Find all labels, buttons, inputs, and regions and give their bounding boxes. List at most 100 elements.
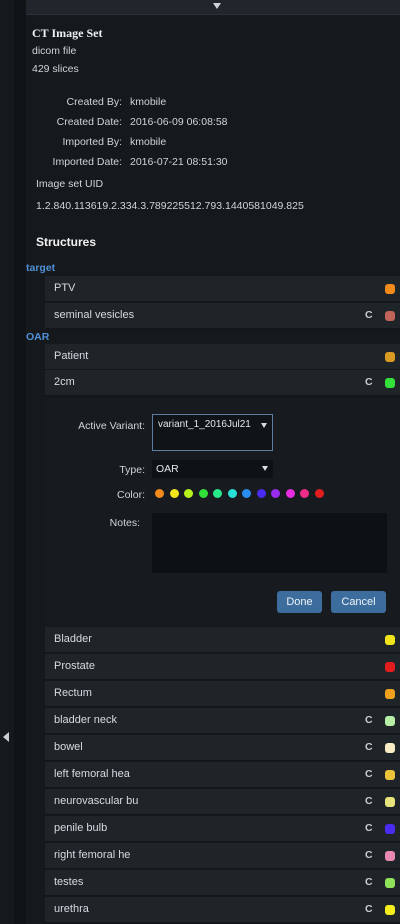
done-button[interactable]: Done	[277, 591, 322, 613]
structure-row-selected[interactable]: 2cm C	[45, 370, 400, 396]
structure-name: PTV	[54, 282, 76, 294]
notes-label: Notes:	[109, 517, 140, 529]
structure-name: Patient	[54, 350, 89, 362]
palette-color-swatch[interactable]	[285, 489, 295, 498]
notes-textarea[interactable]	[152, 513, 387, 573]
structure-color-swatch[interactable]	[385, 378, 395, 388]
type-value: OAR	[156, 463, 179, 475]
dropdown-arrow-icon	[261, 423, 267, 428]
structure-editor: Active Variant: variant_1_2016Jul21 Type…	[45, 398, 400, 626]
structure-row[interactable]: neurovascular bu C	[45, 789, 400, 815]
structure-color-swatch[interactable]	[385, 905, 395, 915]
image-set-uid-label: Image set UID	[36, 178, 104, 190]
active-variant-select[interactable]: variant_1_2016Jul21	[152, 414, 273, 451]
cancel-button[interactable]: Cancel	[331, 591, 386, 613]
imported-by-value: kmobile	[130, 136, 167, 148]
structure-name: bladder neck	[54, 714, 117, 726]
structure-row[interactable]: Patient	[45, 344, 400, 370]
structure-name: bowel	[54, 741, 83, 753]
group-label-target: target	[26, 262, 56, 274]
structure-row[interactable]: seminal vesicles C	[45, 303, 400, 329]
palette-color-swatch[interactable]	[227, 489, 237, 498]
palette-color-swatch[interactable]	[256, 489, 266, 498]
file-type-text: dicom file	[32, 45, 77, 57]
palette-color-swatch[interactable]	[169, 489, 179, 498]
structure-name: Prostate	[54, 660, 95, 672]
structure-c-flag: C	[365, 822, 373, 834]
group-label-oar: OAR	[26, 331, 50, 343]
type-label: Type:	[119, 464, 145, 476]
structure-row[interactable]: Rectum	[45, 681, 400, 707]
structure-row[interactable]: right femoral he C	[45, 843, 400, 869]
structure-color-swatch[interactable]	[385, 352, 395, 362]
image-set-title: CT Image Set	[32, 26, 103, 40]
structure-c-flag: C	[365, 376, 373, 388]
structure-name: urethra	[54, 903, 89, 915]
structure-c-flag: C	[365, 849, 373, 861]
structure-color-swatch[interactable]	[385, 743, 395, 753]
created-date-label: Created Date:	[56, 116, 122, 128]
panel-toggle-strip[interactable]	[26, 0, 400, 15]
structure-color-swatch[interactable]	[385, 662, 395, 672]
structure-row[interactable]: Bladder	[45, 627, 400, 653]
collapse-left-arrow-icon[interactable]	[3, 732, 9, 742]
slice-count-text: 429 slices	[32, 63, 79, 75]
structure-color-swatch[interactable]	[385, 689, 395, 699]
structure-color-swatch[interactable]	[385, 284, 395, 294]
structure-row[interactable]: penile bulb C	[45, 816, 400, 842]
palette-color-swatch[interactable]	[155, 489, 164, 498]
structure-row[interactable]: testes C	[45, 870, 400, 896]
structure-name: seminal vesicles	[54, 309, 135, 321]
structure-c-flag: C	[365, 741, 373, 753]
structure-row[interactable]: PTV	[45, 276, 400, 302]
created-date-value: 2016-06-09 06:08:58	[130, 116, 228, 128]
structure-color-swatch[interactable]	[385, 716, 395, 726]
created-by-value: kmobile	[130, 96, 167, 108]
palette-color-swatch[interactable]	[213, 489, 222, 498]
palette-color-swatch[interactable]	[300, 489, 309, 498]
structure-name: right femoral he	[54, 849, 131, 861]
structure-row[interactable]: Prostate	[45, 654, 400, 680]
structure-name: left femoral hea	[54, 768, 130, 780]
structure-color-swatch[interactable]	[385, 770, 395, 780]
palette-color-swatch[interactable]	[271, 489, 280, 498]
palette-color-swatch[interactable]	[184, 489, 193, 498]
palette-color-swatch[interactable]	[242, 489, 251, 498]
structure-name: 2cm	[54, 376, 75, 388]
imported-by-label: Imported By:	[62, 136, 122, 148]
structure-color-swatch[interactable]	[385, 635, 395, 645]
palette-color-swatch[interactable]	[198, 489, 208, 498]
caret-down-icon[interactable]	[213, 3, 221, 9]
created-by-label: Created By:	[66, 96, 122, 108]
structure-color-swatch[interactable]	[385, 851, 395, 861]
structure-c-flag: C	[365, 795, 373, 807]
structure-name: penile bulb	[54, 822, 108, 834]
structure-name: testes	[54, 876, 84, 888]
structure-name: Rectum	[54, 687, 92, 699]
structure-color-swatch[interactable]	[385, 878, 395, 888]
structure-c-flag: C	[365, 768, 373, 780]
color-label: Color:	[116, 489, 145, 501]
structure-row[interactable]: urethra C	[45, 897, 400, 923]
palette-color-swatch[interactable]	[314, 489, 324, 498]
structure-row[interactable]: bladder neck C	[45, 708, 400, 734]
structure-row[interactable]: left femoral hea C	[45, 762, 400, 788]
structures-heading: Structures	[36, 235, 97, 249]
left-collapse-gutter[interactable]	[0, 0, 14, 924]
structure-c-flag: C	[365, 903, 373, 915]
dropdown-arrow-icon	[262, 466, 268, 471]
structure-color-swatch[interactable]	[385, 797, 395, 807]
structure-c-flag: C	[365, 876, 373, 888]
structure-c-flag: C	[365, 309, 373, 321]
active-variant-value: variant_1_2016Jul21	[158, 419, 251, 430]
structure-c-flag: C	[365, 714, 373, 726]
image-set-uid-value: 1.2.840.113619.2.334.3.789225512.793.144…	[36, 200, 304, 212]
structure-name: neurovascular bu	[54, 795, 139, 807]
structure-row[interactable]: bowel C	[45, 735, 400, 761]
structure-color-swatch[interactable]	[385, 824, 395, 834]
active-variant-label: Active Variant:	[78, 420, 145, 432]
type-select[interactable]: OAR	[152, 460, 273, 478]
structure-name: Bladder	[54, 633, 92, 645]
structure-color-swatch[interactable]	[385, 311, 395, 321]
imported-date-label: Imported Date:	[52, 156, 122, 168]
